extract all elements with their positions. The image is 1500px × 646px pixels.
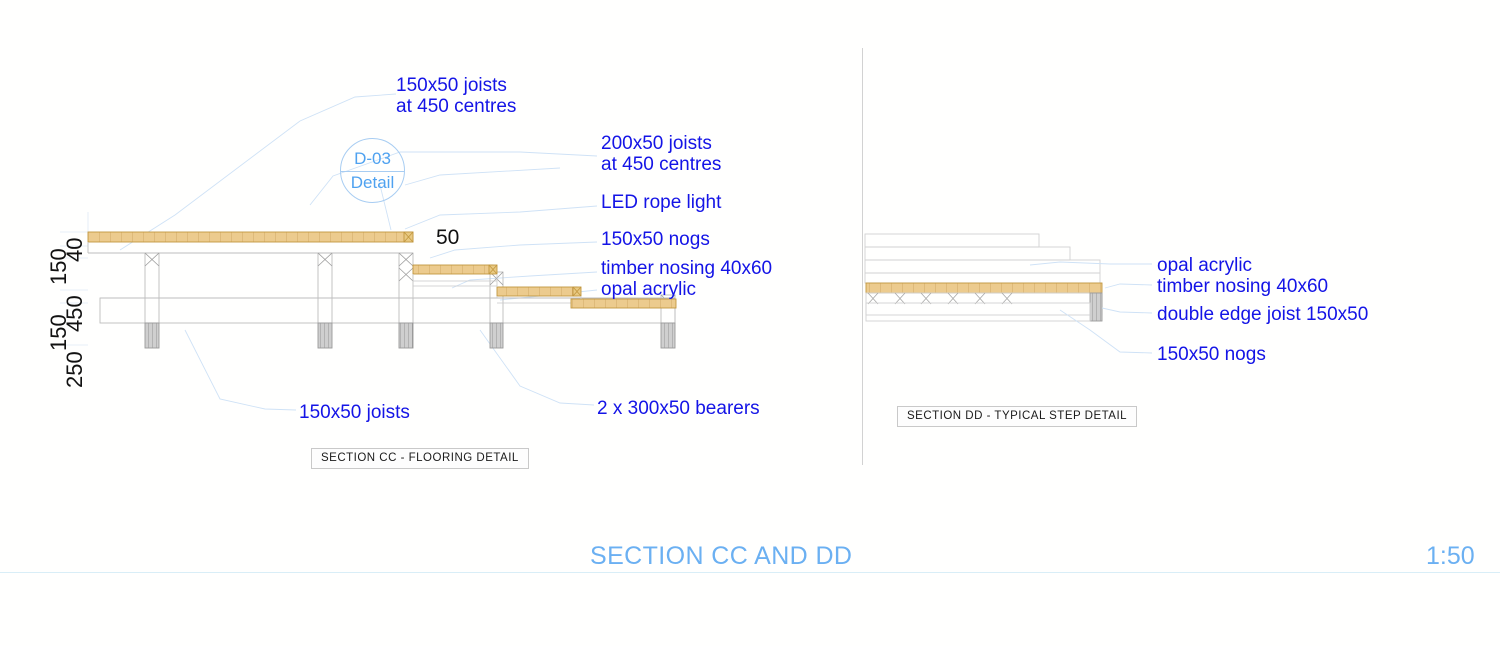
- footer-title: SECTION CC AND DD: [590, 542, 853, 570]
- detail-bubble-ref: D-03: [354, 149, 391, 168]
- dimension-250: 250: [62, 351, 87, 388]
- section-dd-title: SECTION DD - TYPICAL STEP DETAIL: [897, 406, 1138, 427]
- callout-150x50-joists-450: 150x50 joists at 450 centres: [396, 75, 517, 117]
- dimension-50: 50: [436, 226, 460, 249]
- dimension-150-upper: 150: [46, 248, 71, 285]
- section-divider: [862, 48, 863, 465]
- footer-rule: [0, 572, 1500, 573]
- callout-200x50-joists-450: 200x50 joists at 450 centres: [601, 133, 722, 175]
- footer-scale: 1:50: [1426, 542, 1475, 570]
- callout-led-rope-light: LED rope light: [601, 192, 722, 213]
- callout-2x300x50-bearers: 2 x 300x50 bearers: [597, 398, 760, 419]
- callout-150x50-joists: 150x50 joists: [299, 402, 410, 423]
- callout-timber-nosing-opal-acrylic-cc: timber nosing 40x60 opal acrylic: [601, 258, 773, 300]
- detail-bubble-kind: Detail: [350, 173, 395, 192]
- section-cc-title: SECTION CC - FLOORING DETAIL: [311, 448, 529, 469]
- drawing-sheet: 40 150 450 150 250 50 150x50 joists at 4…: [0, 0, 1500, 646]
- callout-opal-acrylic-timber-nosing-dd: opal acrylic timber nosing 40x60: [1157, 255, 1329, 297]
- section-dd-structure: [864, 233, 1103, 322]
- callout-double-edge-joist: double edge joist 150x50: [1157, 304, 1369, 325]
- dimension-150-lower: 150: [46, 314, 71, 351]
- detail-bubble-divider: [341, 171, 404, 172]
- callout-150x50-nogs-cc: 150x50 nogs: [601, 229, 710, 250]
- callout-150x50-nogs-dd: 150x50 nogs: [1157, 344, 1266, 365]
- detail-bubble-d03[interactable]: D-03 Detail: [340, 138, 405, 203]
